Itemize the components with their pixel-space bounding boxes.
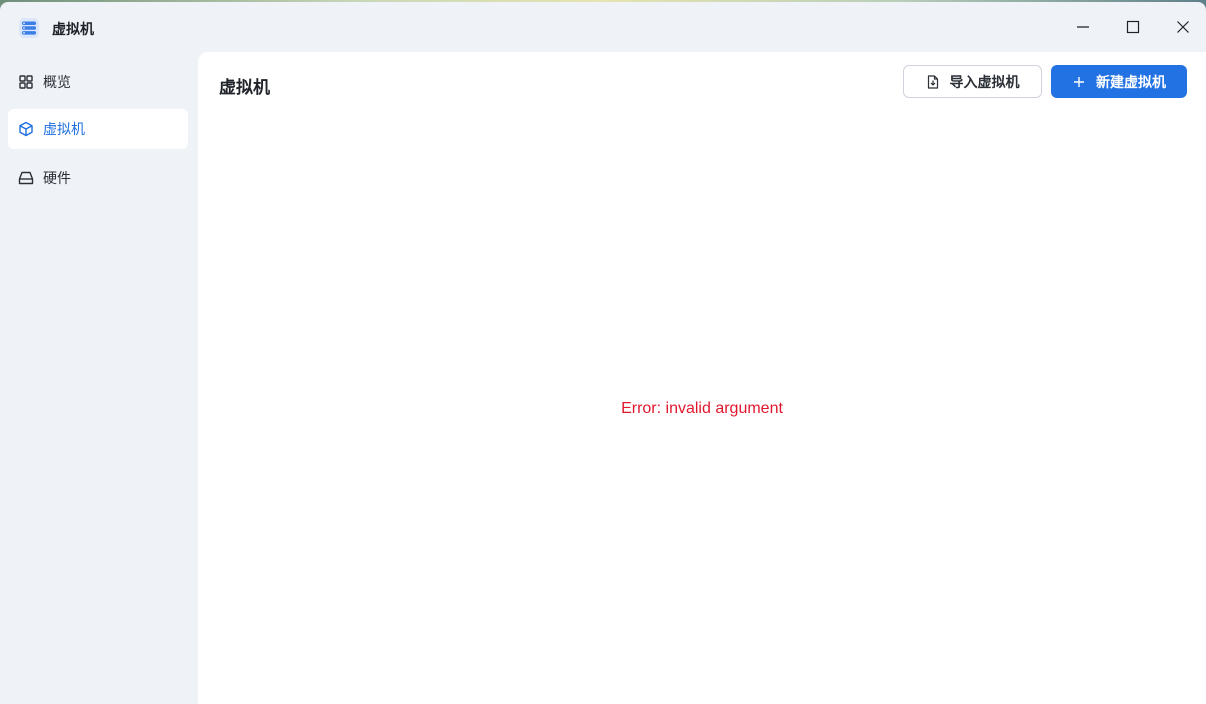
file-import-icon: [926, 74, 940, 89]
server-stack-icon: [18, 17, 40, 39]
minimize-icon: [1076, 19, 1090, 38]
cube-icon: [17, 120, 35, 138]
drive-icon: [17, 169, 35, 187]
sidebar-item-hardware[interactable]: 硬件: [8, 158, 188, 198]
page-title: 虚拟机: [219, 78, 270, 98]
close-button[interactable]: [1163, 14, 1203, 42]
maximize-icon: [1126, 19, 1140, 38]
close-icon: [1176, 19, 1190, 38]
app-title: 虚拟机: [52, 22, 94, 38]
maximize-button[interactable]: [1113, 14, 1153, 42]
new-vm-label: 新建虚拟机: [1096, 74, 1166, 91]
main-panel: 虚拟机 导入虚拟机 新建虚拟机 Error: invalid argument: [198, 52, 1206, 704]
sidebar-item-overview[interactable]: 概览: [8, 62, 188, 102]
sidebar-item-virtual-machines[interactable]: 虚拟机: [8, 109, 188, 149]
sidebar-item-label: 硬件: [43, 171, 71, 187]
import-vm-button[interactable]: 导入虚拟机: [903, 65, 1042, 98]
title-bar[interactable]: 虚拟机: [0, 2, 1206, 52]
minimize-button[interactable]: [1063, 14, 1103, 42]
plus-icon: [1072, 75, 1086, 89]
import-vm-label: 导入虚拟机: [949, 74, 1020, 91]
error-message: Error: invalid argument: [621, 400, 783, 417]
sidebar-item-label: 虚拟机: [43, 122, 85, 138]
sidebar: 概览 虚拟机 硬件: [0, 52, 198, 704]
grid-icon: [17, 73, 35, 91]
app-window: 虚拟机 概览 虚拟机 硬件 虚拟机 导入虚拟机 新建虚拟机 Error: inv…: [0, 2, 1206, 704]
new-vm-button[interactable]: 新建虚拟机: [1051, 65, 1187, 98]
sidebar-item-label: 概览: [43, 75, 71, 91]
